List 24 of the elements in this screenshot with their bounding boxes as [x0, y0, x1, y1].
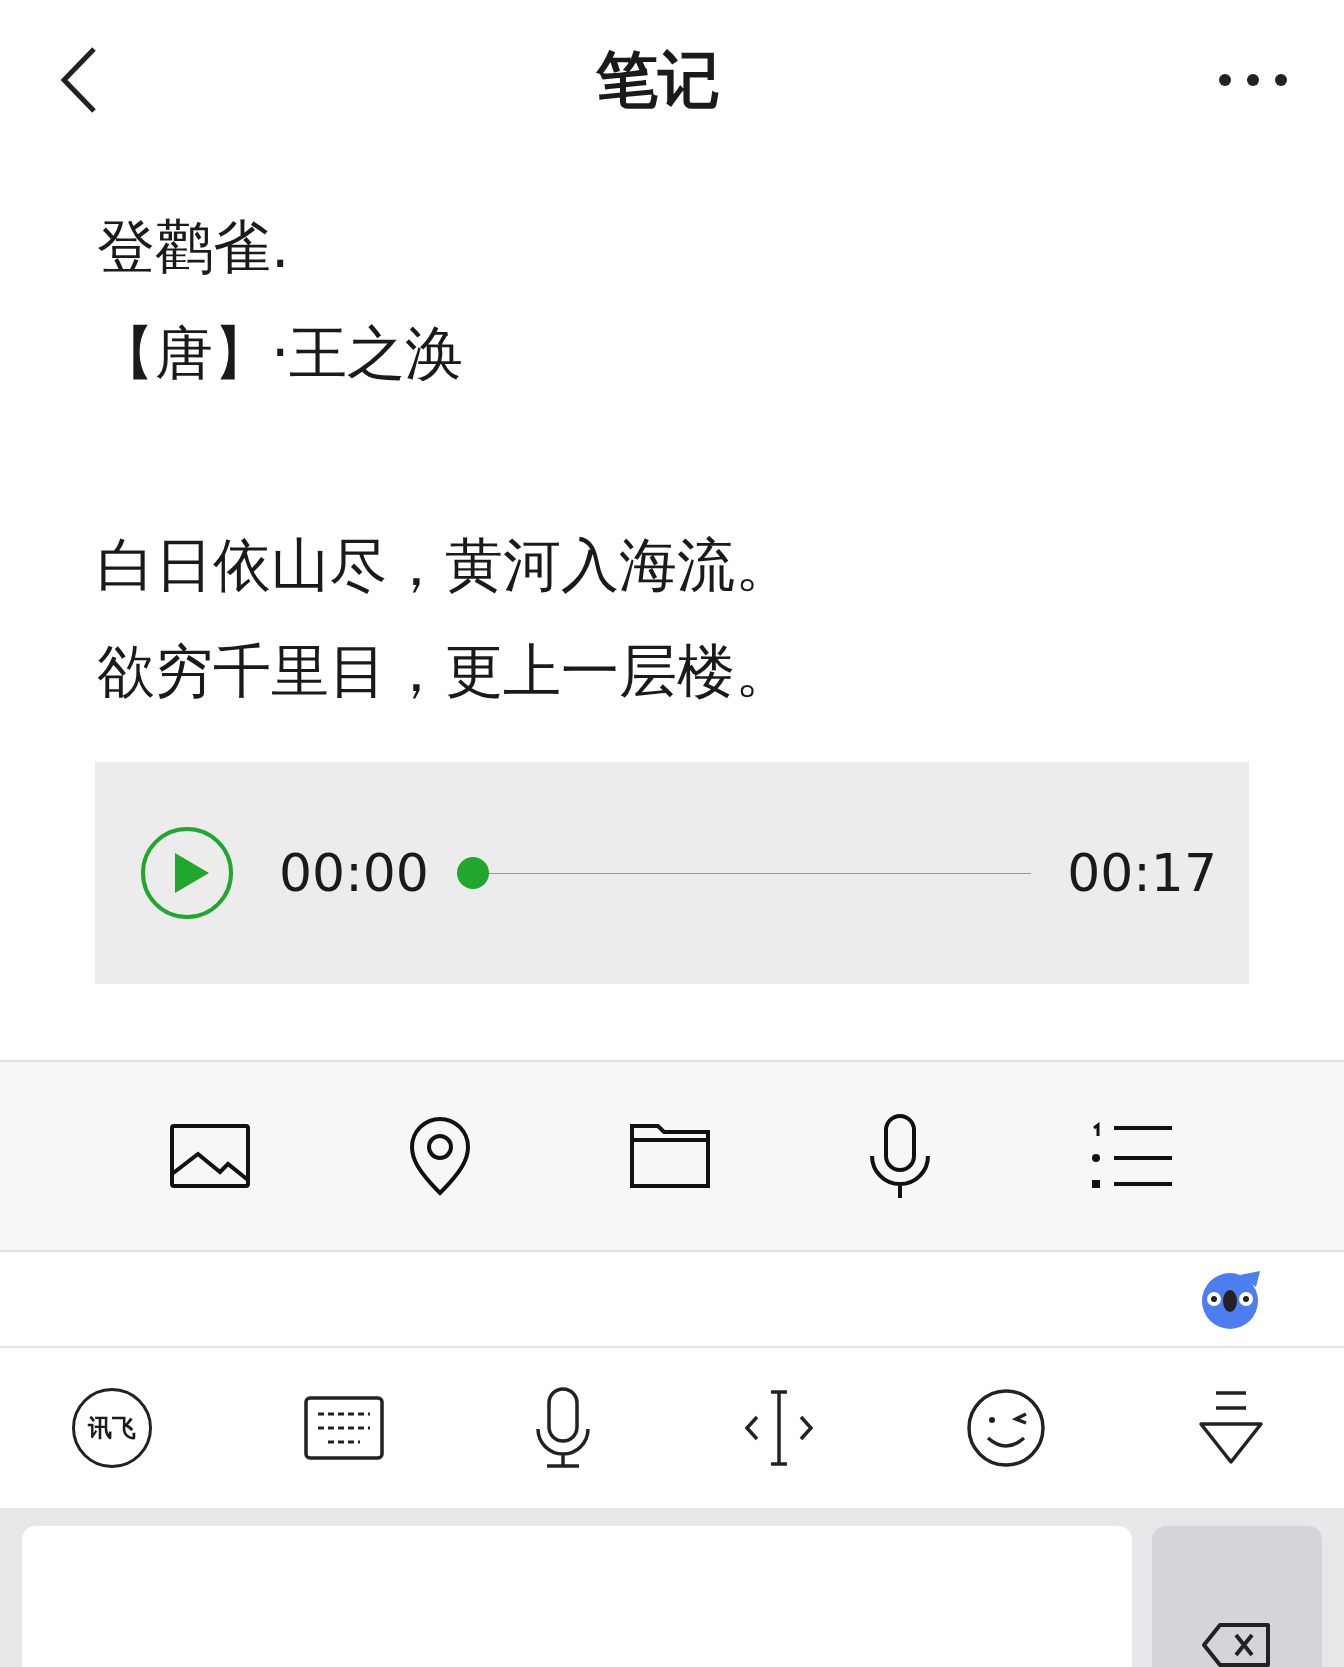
- wink-face-icon[interactable]: [966, 1388, 1047, 1468]
- note-text-line: 白日依山尽，黄河入海流。: [97, 530, 794, 601]
- note-text-line: 【唐】·王之涣: [97, 318, 465, 389]
- note-text-line: 欲穷千里目，更上一层楼。: [97, 636, 794, 707]
- location-icon[interactable]: [408, 1115, 472, 1197]
- elapsed-time: 00:00: [279, 843, 429, 903]
- image-icon[interactable]: [170, 1124, 250, 1188]
- progress-thumb[interactable]: [456, 856, 489, 889]
- backspace-icon: [1202, 1623, 1272, 1667]
- page-title: 笔记: [596, 42, 720, 118]
- cursor-move-icon[interactable]: [742, 1389, 815, 1467]
- numbered-list-icon[interactable]: [1090, 1122, 1174, 1190]
- back-icon[interactable]: [58, 45, 98, 115]
- collapse-keyboard-icon[interactable]: [1197, 1390, 1264, 1466]
- folder-icon[interactable]: [630, 1124, 710, 1188]
- microphone-icon[interactable]: [868, 1114, 932, 1198]
- more-icon[interactable]: [1218, 73, 1288, 87]
- duration-time: 00:17: [1067, 843, 1217, 903]
- play-icon[interactable]: [139, 825, 235, 921]
- note-text-line: 登鹳雀.: [97, 212, 291, 283]
- microphone-icon[interactable]: [535, 1387, 592, 1469]
- ime-logo[interactable]: 讯飞: [72, 1388, 152, 1468]
- keyboard-icon[interactable]: [303, 1396, 384, 1460]
- delete-key[interactable]: [1152, 1526, 1322, 1667]
